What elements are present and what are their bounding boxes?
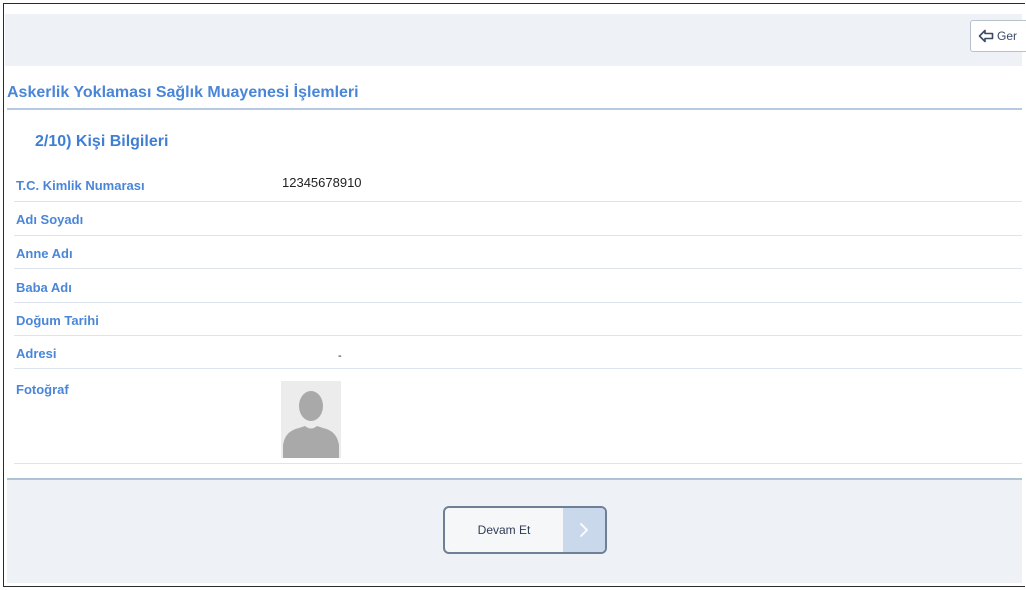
tc-value: 12345678910 — [282, 175, 362, 190]
title-divider — [7, 108, 1022, 110]
row-divider — [14, 235, 1022, 236]
continue-button-label: Devam Et — [477, 523, 531, 537]
chevron-right-icon — [563, 508, 605, 552]
continue-button[interactable]: Devam Et — [443, 506, 607, 554]
row-divider — [14, 201, 1022, 202]
row-divider — [14, 335, 1022, 336]
back-button-label: Ger — [997, 29, 1018, 43]
top-toolbar — [5, 14, 1022, 66]
row-divider — [14, 302, 1022, 303]
section-title: 2/10) Kişi Bilgileri — [35, 133, 169, 150]
birth-date-label: Doğum Tarihi — [16, 313, 99, 328]
name-label: Adı Soyadı — [16, 212, 84, 227]
tc-label: T.C. Kimlik Numarası — [16, 178, 145, 193]
address-value: - — [338, 350, 342, 362]
row-divider — [14, 268, 1022, 269]
page-title: Askerlik Yoklaması Sağlık Muayenesi İşle… — [7, 84, 359, 101]
father-name-label: Baba Adı — [16, 280, 72, 295]
person-silhouette-icon — [281, 381, 341, 458]
back-arrow-icon — [978, 28, 994, 44]
row-divider — [14, 463, 1022, 464]
mother-name-label: Anne Adı — [16, 246, 73, 261]
back-button[interactable]: Ger — [970, 20, 1026, 52]
address-label: Adresi — [16, 346, 57, 361]
row-divider — [14, 368, 1022, 369]
photo-label: Fotoğraf — [16, 382, 69, 397]
